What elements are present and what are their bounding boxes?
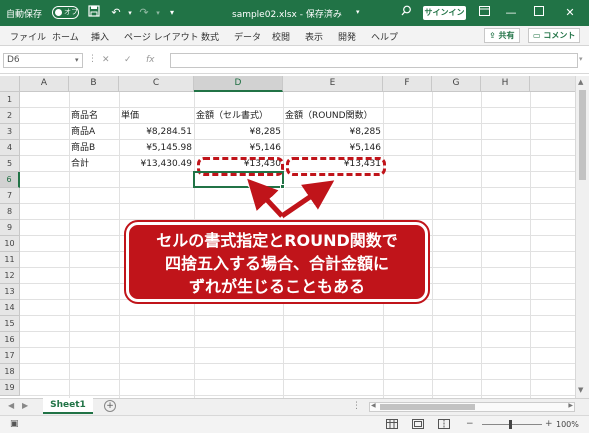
name-box-value: D6 [7, 55, 20, 65]
tab-insert[interactable]: 挿入 [91, 30, 109, 43]
chevron-down-icon[interactable]: ▾ [75, 54, 79, 67]
toggle-knob [55, 9, 62, 16]
tab-page-layout[interactable]: ページ レイアウト [124, 30, 199, 43]
callout-line-2: 四捨五入する場合、合計金額に [164, 254, 389, 273]
page-layout-view-icon[interactable] [412, 419, 424, 432]
ribbon-tabs: ファイル ホーム 挿入 ページ レイアウト 数式 データ 校閲 表示 開発 ヘル… [0, 26, 589, 46]
zoom-slider[interactable] [482, 424, 542, 425]
callout-line-1: セルの書式指定とROUND関数で [156, 231, 398, 250]
sheet-tab[interactable]: Sheet1 [43, 398, 93, 414]
save-icon[interactable] [86, 5, 102, 21]
sheet-options-icon[interactable]: ⋮ [352, 401, 361, 411]
search-icon[interactable] [398, 5, 414, 21]
sheet-prev-icon[interactable]: ◀ [8, 401, 14, 410]
sheet-tab-bar: ◀ ▶ Sheet1 + ⋮ ◀ ▶ [0, 398, 589, 415]
share-icon: ⇪ [489, 31, 496, 40]
enter-icon[interactable]: ✓ [124, 55, 132, 65]
horizontal-scrollbar[interactable]: ◀ ▶ [369, 402, 575, 412]
status-bar: ▣ − + 100% [0, 415, 589, 433]
scroll-right-icon[interactable]: ▶ [568, 402, 573, 409]
comments-button[interactable]: ▭ コメント [528, 28, 581, 43]
more-options-icon[interactable]: ⋮ [88, 54, 97, 64]
cancel-icon[interactable]: ✕ [102, 55, 110, 65]
maximize-icon[interactable] [531, 5, 547, 21]
title-dropdown-icon[interactable]: ▾ [356, 8, 360, 16]
title-bar: 自動保存 オフ ↶ ▾ ↷ ▾ ▾ sample02.xlsx - 保存済み ▾… [0, 0, 589, 26]
callout-box: セルの書式指定とROUND関数で 四捨五入する場合、合計金額に ずれが生じること… [124, 220, 430, 304]
ribbon-display-icon[interactable] [476, 5, 492, 21]
document-title[interactable]: sample02.xlsx - 保存済み [232, 7, 342, 20]
tab-developer[interactable]: 開発 [338, 30, 356, 43]
autosave-label: 自動保存 [6, 10, 43, 20]
insert-function-icon[interactable]: fx [146, 55, 155, 65]
tab-data[interactable]: データ [234, 30, 261, 43]
tab-home[interactable]: ホーム [52, 30, 79, 43]
formula-bar: D6 ▾ ⋮ ✕ ✓ fx ▾ [0, 46, 589, 74]
zoom-out-icon[interactable]: − [466, 419, 474, 429]
callout-line-3: ずれが生じることもある [188, 277, 365, 296]
tab-formulas[interactable]: 数式 [201, 30, 219, 43]
add-sheet-icon[interactable]: + [104, 400, 116, 412]
minimize-icon[interactable]: — [503, 5, 519, 21]
signin-button[interactable]: サインイン [423, 6, 466, 20]
comment-icon: ▭ [533, 31, 541, 40]
vertical-scrollbar[interactable]: ▲ ▼ [575, 76, 589, 398]
zoom-level[interactable]: 100% [556, 420, 579, 429]
scroll-up-icon[interactable]: ▲ [578, 78, 583, 86]
formula-input[interactable] [170, 53, 578, 68]
sheet-next-icon[interactable]: ▶ [22, 401, 28, 410]
zoom-slider-knob[interactable] [509, 420, 512, 429]
arrow-left [247, 178, 284, 218]
close-icon[interactable]: ✕ [562, 5, 578, 21]
autosave-toggle[interactable]: オフ [52, 6, 79, 19]
tab-help[interactable]: ヘルプ [371, 30, 398, 43]
macro-record-icon[interactable]: ▣ [10, 419, 19, 429]
expand-formula-icon[interactable]: ▾ [579, 55, 583, 63]
page-break-view-icon[interactable] [438, 419, 450, 432]
normal-view-icon[interactable] [386, 419, 398, 432]
share-label: 共有 [498, 31, 515, 40]
scroll-left-icon[interactable]: ◀ [371, 402, 376, 409]
share-button[interactable]: ⇪ 共有 [484, 28, 520, 43]
zoom-in-icon[interactable]: + [545, 419, 553, 429]
horizontal-scroll-thumb[interactable] [380, 404, 475, 410]
tab-file[interactable]: ファイル [10, 30, 46, 43]
tab-review[interactable]: 校閲 [272, 30, 290, 43]
scroll-down-icon[interactable]: ▼ [578, 386, 583, 394]
name-box[interactable]: D6 ▾ [3, 53, 83, 68]
autosave-state: オフ [64, 8, 78, 16]
arrow-right [280, 180, 335, 219]
comments-label: コメント [543, 31, 576, 40]
customize-toolbar-icon[interactable]: ▾ [164, 5, 180, 21]
tab-view[interactable]: 表示 [305, 30, 323, 43]
vertical-scroll-thumb[interactable] [579, 90, 586, 180]
